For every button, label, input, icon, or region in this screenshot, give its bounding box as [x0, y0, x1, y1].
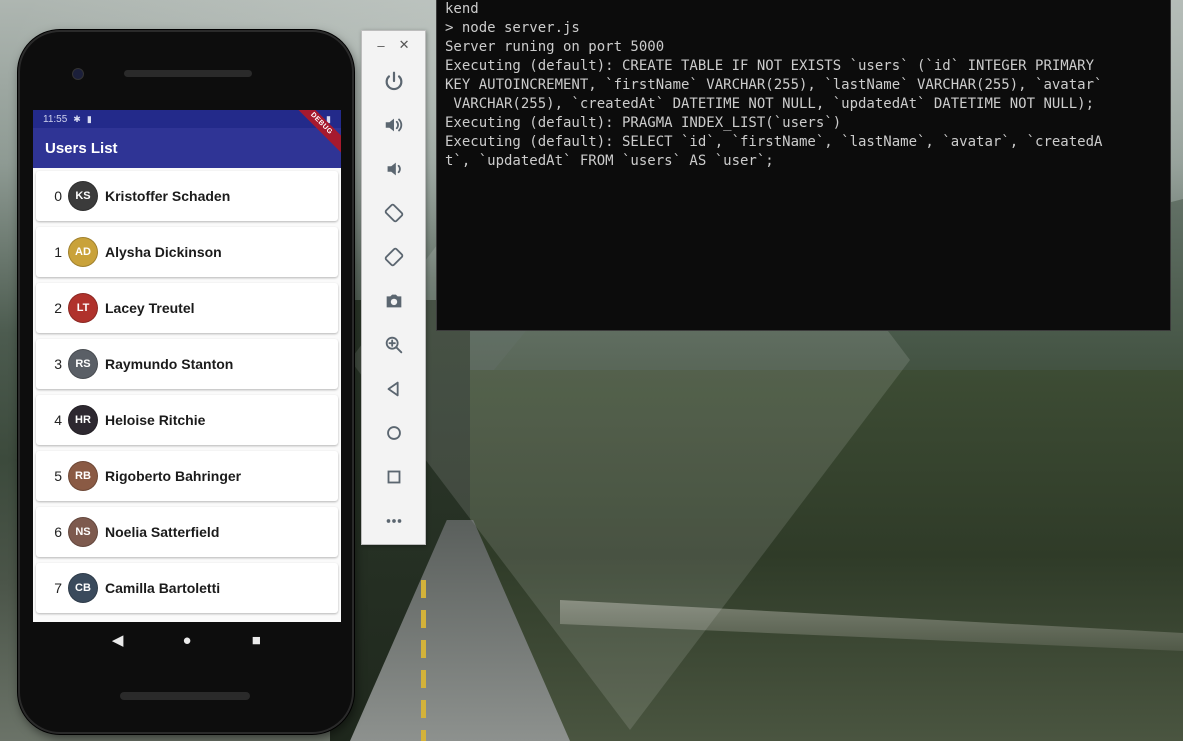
list-item[interactable]: 7 CB Camilla Bartoletti	[36, 563, 338, 613]
user-name: Rigoberto Bahringer	[105, 468, 242, 484]
avatar: HR	[68, 405, 98, 435]
back-icon[interactable]: ◀	[106, 631, 130, 649]
overview-icon	[387, 470, 400, 484]
rotate-left-button[interactable]	[362, 191, 425, 235]
front-camera	[72, 68, 84, 80]
back-button[interactable]	[362, 367, 425, 411]
terminal-line: Executing (default): PRAGMA INDEX_LIST(`…	[445, 115, 842, 131]
status-bar: 11:55 ✱ ▮ ▼ ▮	[33, 110, 341, 128]
user-index: 5	[54, 468, 62, 484]
minimize-button[interactable]: –	[377, 38, 384, 53]
more-icon	[386, 519, 401, 523]
sim-icon: ▮	[86, 113, 92, 124]
zoom-icon	[385, 336, 402, 354]
terminal-line: Executing (default): SELECT `id`, `first…	[445, 134, 1103, 150]
bottom-speaker	[120, 692, 250, 700]
list-item[interactable]: 4 HR Heloise Ritchie	[36, 395, 338, 445]
earpiece-speaker	[124, 70, 252, 77]
volume-down-button[interactable]	[362, 147, 425, 191]
list-item[interactable]: 3 RS Raymundo Stanton	[36, 339, 338, 389]
terminal-line: VARCHAR(255), `createdAt` DATETIME NOT N…	[445, 96, 1095, 112]
terminal-line: t`, `updatedAt` FROM `users` AS `user`;	[445, 153, 774, 169]
back-icon	[387, 381, 399, 397]
volume-up-button[interactable]	[362, 103, 425, 147]
user-index: 2	[54, 300, 62, 316]
camera-icon	[386, 294, 401, 308]
avatar: RB	[68, 461, 98, 491]
user-index: 4	[54, 412, 62, 428]
home-icon[interactable]: ●	[175, 632, 199, 649]
user-name: Heloise Ritchie	[105, 412, 206, 428]
volume-up-icon	[385, 118, 402, 132]
terminal-line: kend	[445, 1, 479, 17]
list-item[interactable]: 5 RB Rigoberto Bahringer	[36, 451, 338, 501]
user-name: Noelia Satterfield	[105, 524, 220, 540]
list-item[interactable]: 1 AD Alysha Dickinson	[36, 227, 338, 277]
home-button[interactable]	[362, 411, 425, 455]
avatar: CB	[68, 573, 98, 603]
avatar: AD	[68, 237, 98, 267]
screenshot-button[interactable]	[362, 279, 425, 323]
power-icon	[385, 71, 402, 91]
user-name: Raymundo Stanton	[105, 356, 234, 372]
home-icon	[386, 426, 401, 440]
terminal-line: Executing (default): CREATE TABLE IF NOT…	[445, 58, 1095, 74]
user-index: 6	[54, 524, 62, 540]
terminal-line: Server runing on port 5000	[445, 39, 665, 55]
close-button[interactable]: ✕	[399, 37, 410, 53]
list-item[interactable]: 0 KS Kristoffer Schaden	[36, 171, 338, 221]
phone-screen[interactable]: 11:55 ✱ ▮ ▼ ▮ DEBUG Users List 0 KS Kris…	[33, 110, 341, 622]
user-name: Alysha Dickinson	[105, 244, 222, 260]
terminal-line: KEY AUTOINCREMENT, `firstName` VARCHAR(2…	[445, 77, 1103, 93]
user-index: 3	[54, 356, 62, 372]
android-nav-bar: ◀ ● ■	[33, 622, 341, 658]
user-index: 0	[54, 188, 62, 204]
list-item[interactable]: 6 NS Noelia Satterfield	[36, 507, 338, 557]
recents-icon[interactable]: ■	[244, 632, 268, 649]
app-bar-title: Users List	[45, 139, 118, 157]
list-item[interactable]: 2 LT Lacey Treutel	[36, 283, 338, 333]
emulator-toolbar: – ✕	[361, 30, 426, 545]
user-name: Kristoffer Schaden	[105, 188, 231, 204]
zoom-button[interactable]	[362, 323, 425, 367]
rotate-left-icon	[384, 203, 403, 223]
user-index: 7	[54, 580, 62, 596]
user-index: 1	[54, 244, 62, 260]
rotate-right-icon	[384, 247, 403, 267]
avatar: NS	[68, 517, 98, 547]
rotate-right-button[interactable]	[362, 235, 425, 279]
user-name: Camilla Bartoletti	[105, 580, 221, 596]
terminal-line: > node server.js	[445, 20, 580, 36]
android-emulator-device: 11:55 ✱ ▮ ▼ ▮ DEBUG Users List 0 KS Kris…	[18, 30, 354, 734]
volume-down-icon	[387, 162, 401, 176]
overview-button[interactable]	[362, 455, 425, 499]
app-bar: Users List	[33, 128, 341, 168]
status-time: 11:55	[43, 113, 68, 125]
more-button[interactable]	[362, 499, 425, 543]
power-button[interactable]	[362, 59, 425, 103]
avatar: KS	[68, 181, 98, 211]
user-name: Lacey Treutel	[105, 300, 195, 316]
emulator-window-controls: – ✕	[362, 31, 425, 59]
settings-icon: ✱	[73, 113, 81, 124]
wallpaper-road-line	[421, 580, 426, 741]
avatar: RS	[68, 349, 98, 379]
avatar: LT	[68, 293, 98, 323]
terminal-window[interactable]: kend > node server.js Server runing on p…	[436, 0, 1171, 331]
